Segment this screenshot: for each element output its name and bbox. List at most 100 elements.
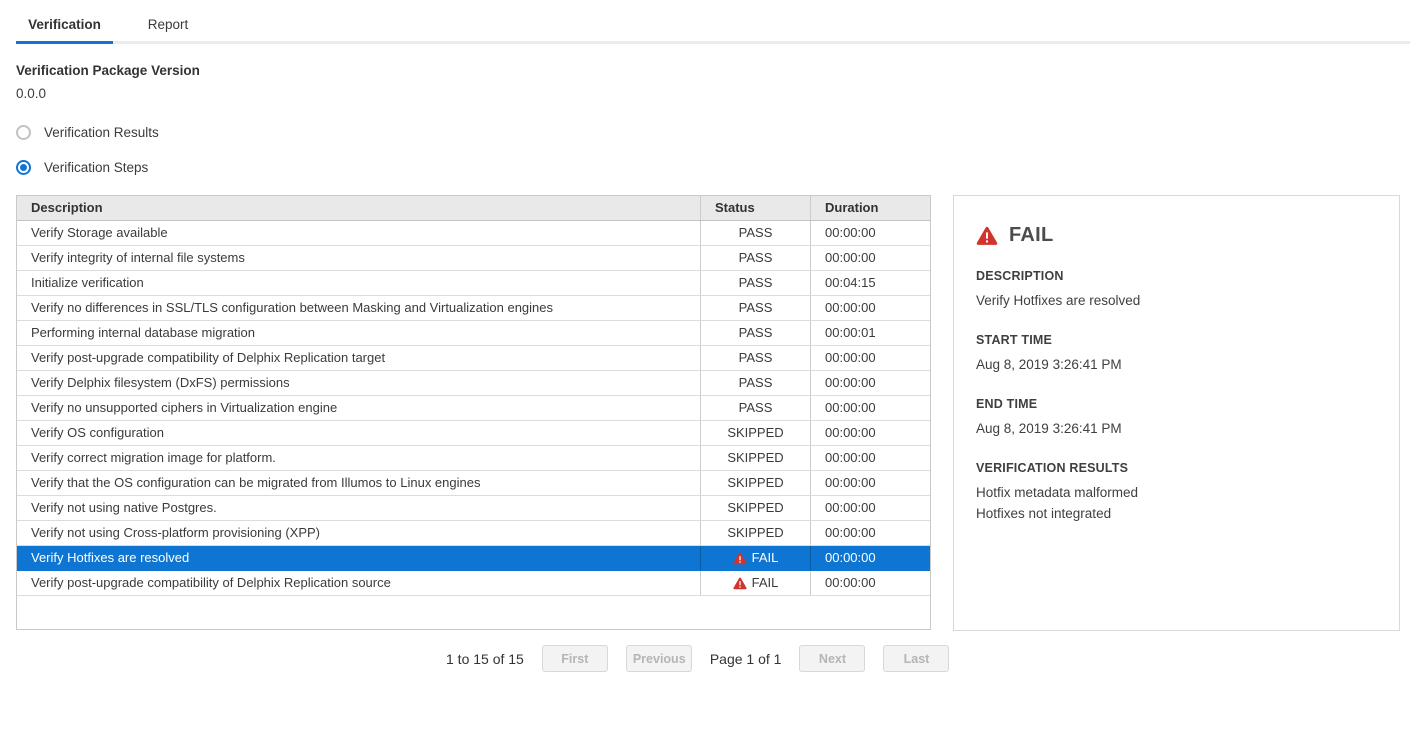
row-duration: 00:00:00: [810, 471, 930, 495]
warning-icon: [976, 226, 998, 246]
row-description: Initialize verification: [17, 271, 700, 295]
verification-steps-table: Description Status Duration Verify Stora…: [16, 195, 931, 630]
detail-section: START TIME Aug 8, 2019 3:26:41 PM: [976, 333, 1377, 375]
row-duration: 00:00:00: [810, 571, 930, 595]
tab-verification[interactable]: Verification: [16, 15, 113, 44]
pagination-range-text: 1 to 15 of 15: [446, 651, 524, 667]
row-duration: 00:00:00: [810, 521, 930, 545]
detail-section-label: VERIFICATION RESULTS: [976, 461, 1377, 475]
table-row[interactable]: Verify Storage available PASS 00:00:00: [17, 221, 930, 246]
row-duration: 00:00:00: [810, 296, 930, 320]
row-status: PASS: [700, 271, 810, 295]
row-description: Verify OS configuration: [17, 421, 700, 445]
row-duration: 00:00:00: [810, 421, 930, 445]
status-text: SKIPPED: [727, 421, 783, 445]
table-row[interactable]: Verify correct migration image for platf…: [17, 446, 930, 471]
tab-bar: Verification Report: [16, 15, 1410, 44]
detail-section-values: Verify Hotfixes are resolved: [976, 290, 1377, 311]
table-row[interactable]: Verify no differences in SSL/TLS configu…: [17, 296, 930, 321]
status-text: PASS: [739, 221, 773, 245]
table-row[interactable]: Verify post-upgrade compatibility of Del…: [17, 346, 930, 371]
column-header-description: Description: [17, 196, 700, 220]
row-status: PASS: [700, 296, 810, 320]
package-version-label: Verification Package Version: [16, 63, 1410, 78]
row-status: SKIPPED: [700, 521, 810, 545]
row-description: Verify no differences in SSL/TLS configu…: [17, 296, 700, 320]
previous-page-button[interactable]: Previous: [626, 645, 692, 672]
row-description: Performing internal database migration: [17, 321, 700, 345]
step-detail-panel: FAIL DESCRIPTION Verify Hotfixes are res…: [953, 195, 1400, 631]
status-text: PASS: [739, 296, 773, 320]
status-text: PASS: [739, 246, 773, 270]
row-duration: 00:00:00: [810, 246, 930, 270]
table-row[interactable]: Verify not using native Postgres. SKIPPE…: [17, 496, 930, 521]
row-status: SKIPPED: [700, 471, 810, 495]
warning-icon: [733, 577, 747, 590]
detail-section-values: Hotfix metadata malformedHotfixes not in…: [976, 482, 1377, 524]
row-duration: 00:00:01: [810, 321, 930, 345]
radio-label: Verification Results: [44, 125, 159, 140]
detail-section: DESCRIPTION Verify Hotfixes are resolved: [976, 269, 1377, 311]
radio-verification-results[interactable]: Verification Results: [16, 124, 1410, 140]
row-status: PASS: [700, 246, 810, 270]
row-duration: 00:00:00: [810, 446, 930, 470]
tab-report[interactable]: Report: [113, 15, 223, 41]
table-row[interactable]: Verify Delphix filesystem (DxFS) permiss…: [17, 371, 930, 396]
status-text: PASS: [739, 346, 773, 370]
table-row[interactable]: Verify Hotfixes are resolved FAIL 00:00:…: [17, 546, 930, 571]
status-text: FAIL: [752, 571, 779, 595]
row-duration: 00:04:15: [810, 271, 930, 295]
package-version-value: 0.0.0: [16, 86, 1410, 101]
row-duration: 00:00:00: [810, 346, 930, 370]
row-description: Verify not using native Postgres.: [17, 496, 700, 520]
radio-label: Verification Steps: [44, 160, 148, 175]
status-text: SKIPPED: [727, 471, 783, 495]
radio-unselected-icon: [16, 125, 31, 140]
column-header-duration: Duration: [810, 196, 930, 220]
row-description: Verify not using Cross-platform provisio…: [17, 521, 700, 545]
verification-page: Verification Report Verification Package…: [0, 15, 1426, 672]
table-body: Verify Storage available PASS 00:00:00 V…: [17, 221, 930, 596]
row-description: Verify Storage available: [17, 221, 700, 245]
row-status: SKIPPED: [700, 421, 810, 445]
detail-section-label: START TIME: [976, 333, 1377, 347]
table-footer-spacer: [17, 596, 930, 629]
warning-icon: [733, 552, 747, 565]
status-text: PASS: [739, 371, 773, 395]
row-duration: 00:00:00: [810, 371, 930, 395]
row-duration: 00:00:00: [810, 221, 930, 245]
row-status: SKIPPED: [700, 446, 810, 470]
table-row[interactable]: Verify integrity of internal file system…: [17, 246, 930, 271]
row-description: Verify no unsupported ciphers in Virtual…: [17, 396, 700, 420]
radio-verification-steps[interactable]: Verification Steps: [16, 159, 1410, 175]
row-description: Verify Delphix filesystem (DxFS) permiss…: [17, 371, 700, 395]
status-text: FAIL: [752, 546, 779, 570]
row-description: Verify post-upgrade compatibility of Del…: [17, 346, 700, 370]
row-description: Verify correct migration image for platf…: [17, 446, 700, 470]
table-row[interactable]: Verify post-upgrade compatibility of Del…: [17, 571, 930, 596]
table-row[interactable]: Verify OS configuration SKIPPED 00:00:00: [17, 421, 930, 446]
table-row[interactable]: Initialize verification PASS 00:04:15: [17, 271, 930, 296]
row-status: FAIL: [700, 571, 810, 595]
next-page-button[interactable]: Next: [799, 645, 865, 672]
table-row[interactable]: Performing internal database migration P…: [17, 321, 930, 346]
detail-section-values: Aug 8, 2019 3:26:41 PM: [976, 354, 1377, 375]
detail-section-label: END TIME: [976, 397, 1377, 411]
table-row[interactable]: Verify that the OS configuration can be …: [17, 471, 930, 496]
pagination-page-text: Page 1 of 1: [710, 651, 782, 667]
table-row[interactable]: Verify not using Cross-platform provisio…: [17, 521, 930, 546]
detail-section-values: Aug 8, 2019 3:26:41 PM: [976, 418, 1377, 439]
detail-value-line: Verify Hotfixes are resolved: [976, 290, 1377, 311]
row-status: PASS: [700, 221, 810, 245]
detail-status-text: FAIL: [1009, 224, 1054, 247]
table-row[interactable]: Verify no unsupported ciphers in Virtual…: [17, 396, 930, 421]
status-text: SKIPPED: [727, 496, 783, 520]
row-status: PASS: [700, 371, 810, 395]
row-description: Verify post-upgrade compatibility of Del…: [17, 571, 700, 595]
row-status: PASS: [700, 396, 810, 420]
first-page-button[interactable]: First: [542, 645, 608, 672]
detail-section-label: DESCRIPTION: [976, 269, 1377, 283]
last-page-button[interactable]: Last: [883, 645, 949, 672]
row-status: SKIPPED: [700, 496, 810, 520]
detail-value-line: Hotfixes not integrated: [976, 503, 1377, 524]
